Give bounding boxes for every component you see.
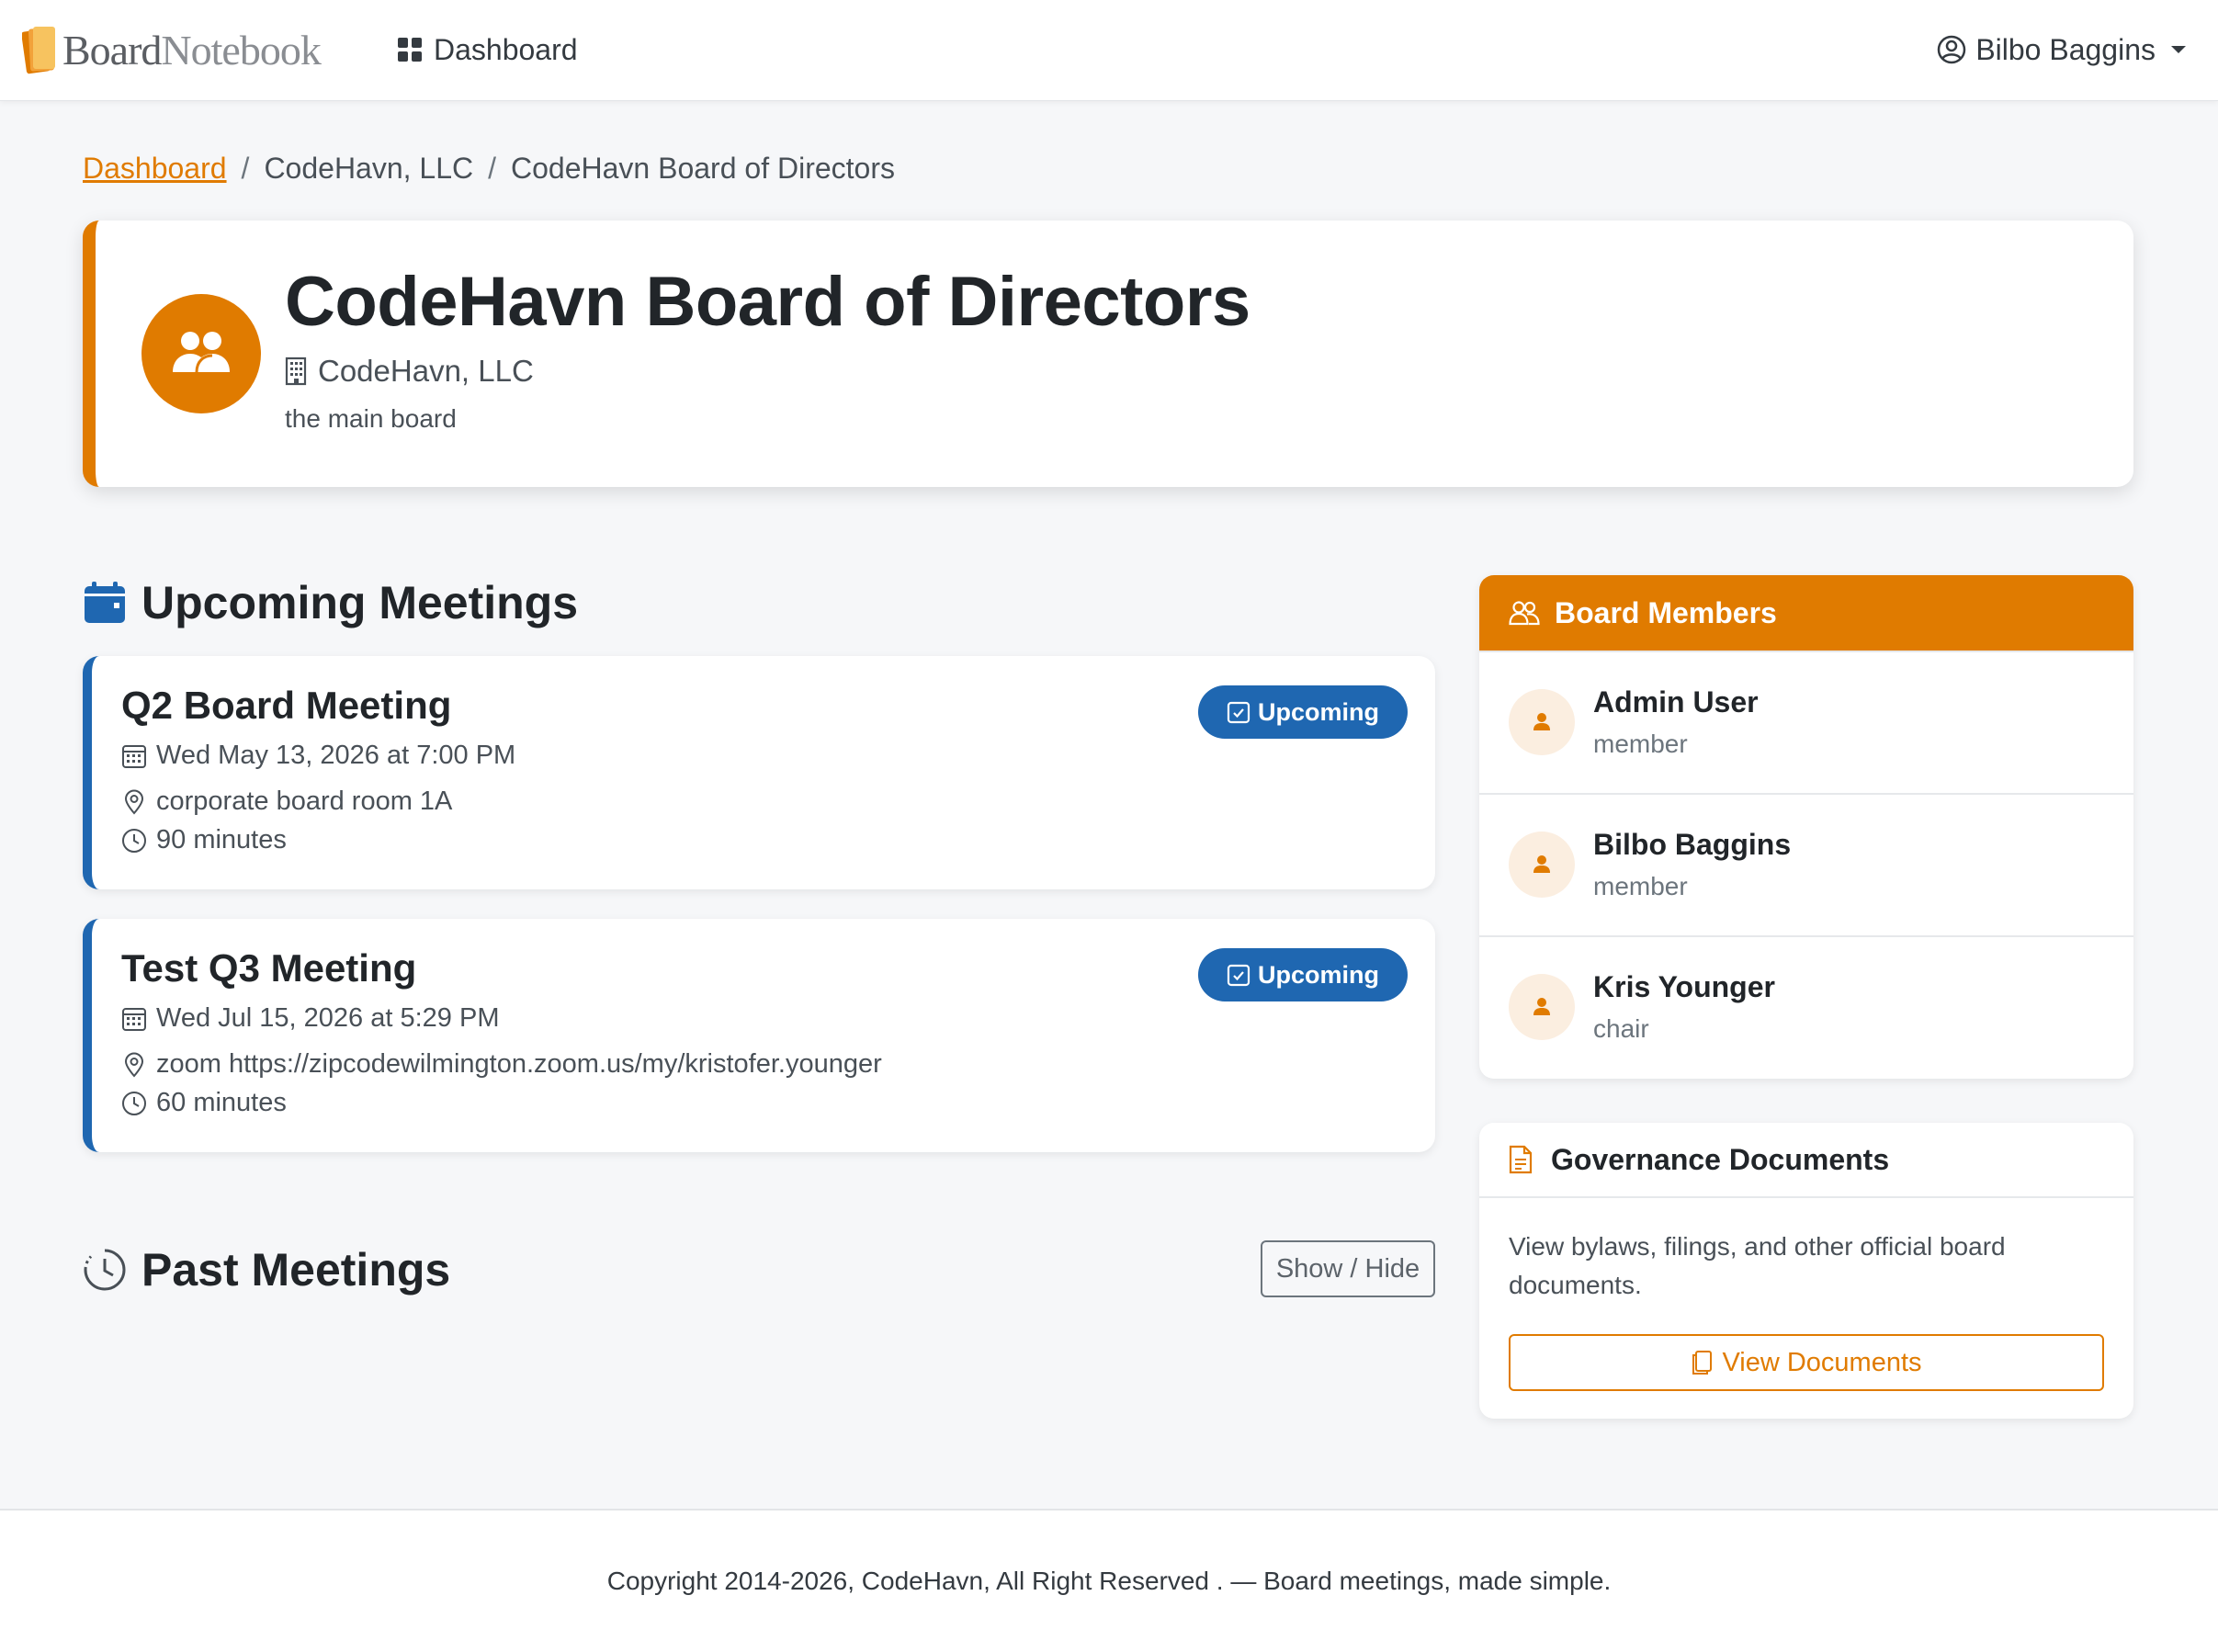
nav-dashboard-label: Dashboard [434, 32, 578, 66]
member-role: member [1593, 872, 1688, 900]
member-item[interactable]: Kris Younger chair [1479, 935, 2133, 1078]
meeting-location-text: zoom https://zipcodewilmington.zoom.us/m… [156, 1049, 882, 1079]
governance-documents-card: Governance Documents View bylaws, filing… [1479, 1123, 2133, 1419]
clock-history-icon [84, 1249, 126, 1291]
member-name: Bilbo Baggins [1593, 828, 1792, 861]
building-icon [285, 356, 307, 386]
meeting-datetime-text: Wed May 13, 2026 at 7:00 PM [156, 741, 516, 770]
user-menu-dropdown[interactable]: Bilbo Baggins [1937, 28, 2187, 72]
meeting-datetime-text: Wed Jul 15, 2026 at 5:29 PM [156, 1003, 500, 1033]
meeting-duration-text: 90 minutes [156, 825, 287, 854]
upcoming-status-badge[interactable]: Upcoming [1198, 948, 1408, 1001]
calendar-grid-icon [122, 744, 146, 768]
brand-name: BoardNotebook [62, 27, 322, 74]
upcoming-status-badge[interactable]: Upcoming [1198, 685, 1408, 739]
meeting-card[interactable]: Test Q3 Meeting Wed Jul 15, 2026 at 5:29… [83, 919, 1435, 1152]
person-icon [1509, 689, 1575, 755]
breadcrumb-organization: CodeHavn, LLC [264, 151, 474, 185]
view-documents-label: View Documents [1722, 1347, 1922, 1377]
calendar-check-icon [1227, 701, 1250, 724]
user-name: Bilbo Baggins [1975, 32, 2156, 66]
meeting-datetime: Wed Jul 15, 2026 at 5:29 PM [121, 1003, 499, 1034]
breadcrumb-current: CodeHavn Board of Directors [511, 151, 895, 185]
brand-name-part1: Board [62, 27, 162, 74]
past-meetings-heading: Past Meetings [83, 1240, 450, 1299]
brand-name-part2: Notebook [161, 27, 321, 74]
past-meetings-title: Past Meetings [141, 1244, 451, 1296]
board-description: the main board [285, 404, 457, 433]
board-members-title: Board Members [1555, 595, 1777, 629]
meeting-card[interactable]: Q2 Board Meeting Wed May 13, 2026 at 7:0… [83, 656, 1435, 889]
governance-description: View bylaws, filings, and other official… [1509, 1232, 2006, 1299]
nav-dashboard-link[interactable]: Dashboard [397, 28, 578, 72]
document-icon [1509, 1145, 1533, 1174]
calendar-grid-icon [122, 1007, 146, 1031]
member-role: chair [1593, 1014, 1649, 1043]
people-icon [141, 294, 261, 413]
show-hide-past-button[interactable]: Show / Hide [1261, 1240, 1435, 1297]
view-documents-button[interactable]: View Documents [1509, 1334, 2104, 1391]
people-outline-icon [1509, 601, 1540, 626]
location-pin-icon [124, 1052, 144, 1077]
governance-documents-title: Governance Documents [1551, 1142, 1890, 1176]
footer: Copyright 2014-2026, CodeHavn, All Right… [0, 1509, 2218, 1652]
grid-icon [398, 38, 422, 62]
member-name: Admin User [1593, 685, 1759, 719]
breadcrumb-separator: / [488, 151, 497, 185]
badge-label: Upcoming [1258, 960, 1379, 989]
person-icon [1509, 974, 1575, 1040]
member-item[interactable]: Admin User member [1479, 651, 2133, 793]
member-name: Kris Younger [1593, 970, 1775, 1003]
meeting-location: zoom https://zipcodewilmington.zoom.us/m… [121, 1049, 882, 1080]
board-members-header: Board Members [1479, 575, 2133, 651]
calendar-icon [85, 582, 125, 623]
meeting-title: Q2 Board Meeting [121, 684, 452, 727]
meeting-location-text: corporate board room 1A [156, 786, 453, 816]
board-header-card: CodeHavn Board of Directors CodeHavn, LL… [83, 221, 2133, 487]
board-title: CodeHavn Board of Directors [285, 263, 1250, 341]
files-icon [1692, 1351, 1713, 1375]
upcoming-meetings-heading: Upcoming Meetings [83, 573, 578, 632]
user-circle-icon [1937, 35, 1966, 64]
calendar-check-icon [1227, 964, 1250, 987]
meeting-duration: 60 minutes [121, 1088, 287, 1118]
board-organization: CodeHavn, LLC [285, 354, 534, 389]
caret-down-icon [2170, 44, 2187, 55]
footer-copyright: Copyright 2014-2026, CodeHavn, All Right… [606, 1567, 1612, 1595]
meeting-duration: 90 minutes [121, 825, 287, 855]
person-icon [1509, 832, 1575, 898]
board-members-card: Board Members Admin User member Bilbo Ba… [1479, 575, 2133, 1079]
member-role: member [1593, 730, 1688, 758]
notebook-logo-icon [21, 25, 59, 76]
member-item[interactable]: Bilbo Baggins member [1479, 793, 2133, 935]
governance-documents-header: Governance Documents [1479, 1123, 2133, 1198]
breadcrumb-dashboard-link[interactable]: Dashboard [83, 152, 227, 186]
meeting-datetime: Wed May 13, 2026 at 7:00 PM [121, 741, 515, 771]
breadcrumb-separator: / [241, 151, 250, 185]
clock-icon [122, 1091, 146, 1115]
breadcrumb: Dashboard / CodeHavn, LLC / CodeHavn Boa… [83, 147, 895, 189]
location-pin-icon [124, 789, 144, 814]
upcoming-meetings-title: Upcoming Meetings [141, 577, 579, 628]
meeting-duration-text: 60 minutes [156, 1088, 287, 1117]
badge-label: Upcoming [1258, 697, 1379, 726]
meeting-title: Test Q3 Meeting [121, 946, 417, 990]
board-organization-name: CodeHavn, LLC [318, 354, 534, 388]
clock-icon [122, 828, 146, 853]
brand-link[interactable]: BoardNotebook [21, 24, 322, 77]
meeting-location: corporate board room 1A [121, 786, 452, 817]
navbar: BoardNotebook Dashboard Bilbo Baggins [0, 0, 2218, 101]
